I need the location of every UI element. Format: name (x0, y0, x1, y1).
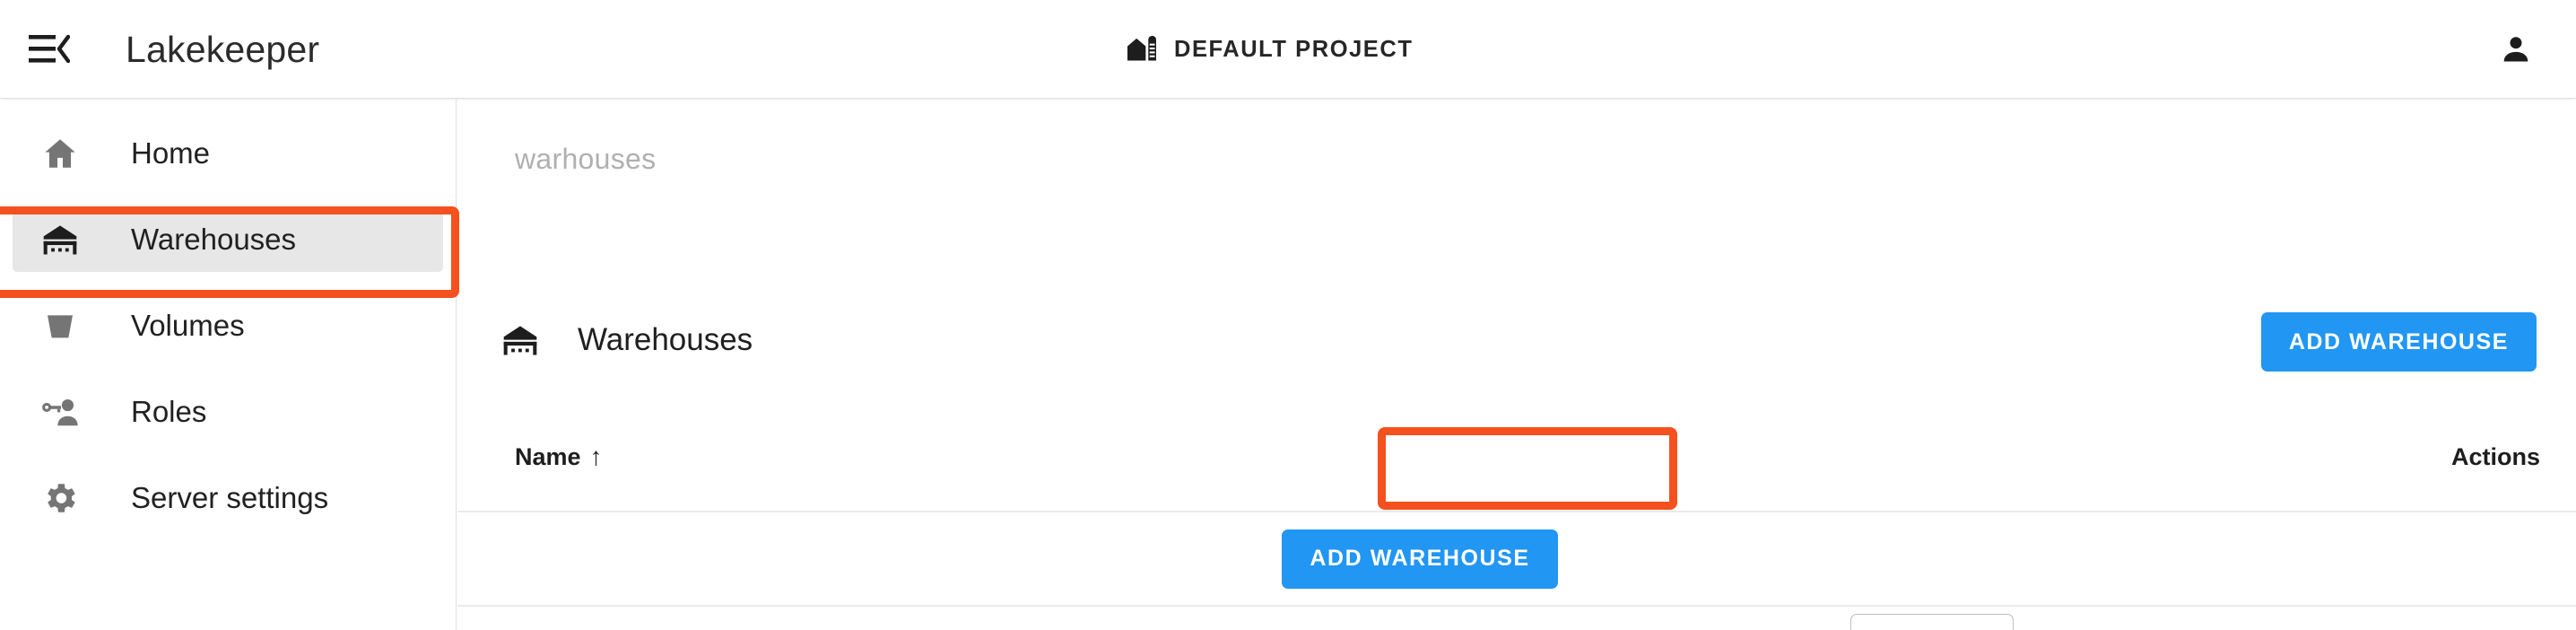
gear-icon (36, 479, 84, 517)
home-icon (36, 135, 84, 172)
page-header: Warehouses (457, 297, 2576, 383)
first-page-icon[interactable] (2226, 616, 2309, 630)
last-page-icon[interactable] (2474, 616, 2556, 630)
page-header-actions: ADD WAREHOUSE (2260, 312, 2537, 372)
menu-collapse-icon[interactable] (23, 23, 75, 75)
column-header-name-label: Name (515, 442, 581, 470)
items-per-page-select[interactable]: 10 (1850, 614, 2015, 630)
warehouse-icon (36, 220, 84, 259)
table-empty-row: ADD WAREHOUSE (457, 512, 2576, 607)
warehouse-project-icon (1126, 33, 1158, 66)
chevron-right-icon[interactable] (2391, 616, 2474, 630)
sidebar-item-server-settings[interactable]: Server settings (13, 466, 443, 530)
column-header-name[interactable]: Name ↑ (515, 442, 603, 471)
top-app-bar: Lakekeeper DEFAULT PROJECT (0, 0, 2576, 99)
sort-ascending-icon: ↑ (589, 442, 603, 470)
sidebar-item-roles[interactable]: Roles (13, 380, 443, 444)
sidebar-item-label: Server settings (131, 481, 329, 514)
project-label: DEFAULT PROJECT (1174, 36, 1414, 62)
bucket-icon (36, 308, 84, 344)
sidebar-item-label: Roles (131, 395, 207, 428)
chevron-left-icon[interactable] (2309, 616, 2391, 630)
sidebar-item-home[interactable]: Home (13, 121, 443, 186)
warehouses-table: Name ↑ Actions ADD WAREHOUSE (457, 403, 2576, 607)
project-indicator[interactable]: DEFAULT PROJECT (1126, 0, 1413, 99)
sidebar-item-label: Home (131, 136, 211, 170)
column-header-actions: Actions (2450, 442, 2540, 470)
sidebar-item-label: Warehouses (131, 223, 297, 256)
account-person-icon[interactable] (2490, 23, 2542, 75)
key-person-icon (36, 392, 84, 432)
sidebar-item-warehouses[interactable]: Warehouses (13, 207, 443, 272)
empty-add-warehouse-button[interactable]: ADD WAREHOUSE (1282, 529, 1558, 589)
add-warehouse-button[interactable]: ADD WAREHOUSE (2260, 312, 2537, 372)
sidebar: Home Warehouses Volumes Roles Server set… (0, 100, 457, 630)
main-content: warhouses Warehouses ADD WAREHOUSE Name … (457, 100, 2576, 630)
empty-state-action: ADD WAREHOUSE (1282, 529, 1558, 589)
table-header-row: Name ↑ Actions (457, 403, 2576, 512)
sidebar-item-label: Volumes (131, 309, 245, 342)
app-root: Lakekeeper DEFAULT PROJECT Home Warehous… (0, 0, 2576, 630)
warehouse-icon (500, 320, 540, 360)
breadcrumb[interactable]: warhouses (515, 143, 656, 176)
page-title: Warehouses (578, 322, 753, 357)
table-paginator: Items per page: 10 0-0 of 0 (457, 607, 2576, 630)
brand-title: Lakekeeper (126, 28, 320, 70)
sidebar-item-volumes[interactable]: Volumes (13, 293, 443, 358)
